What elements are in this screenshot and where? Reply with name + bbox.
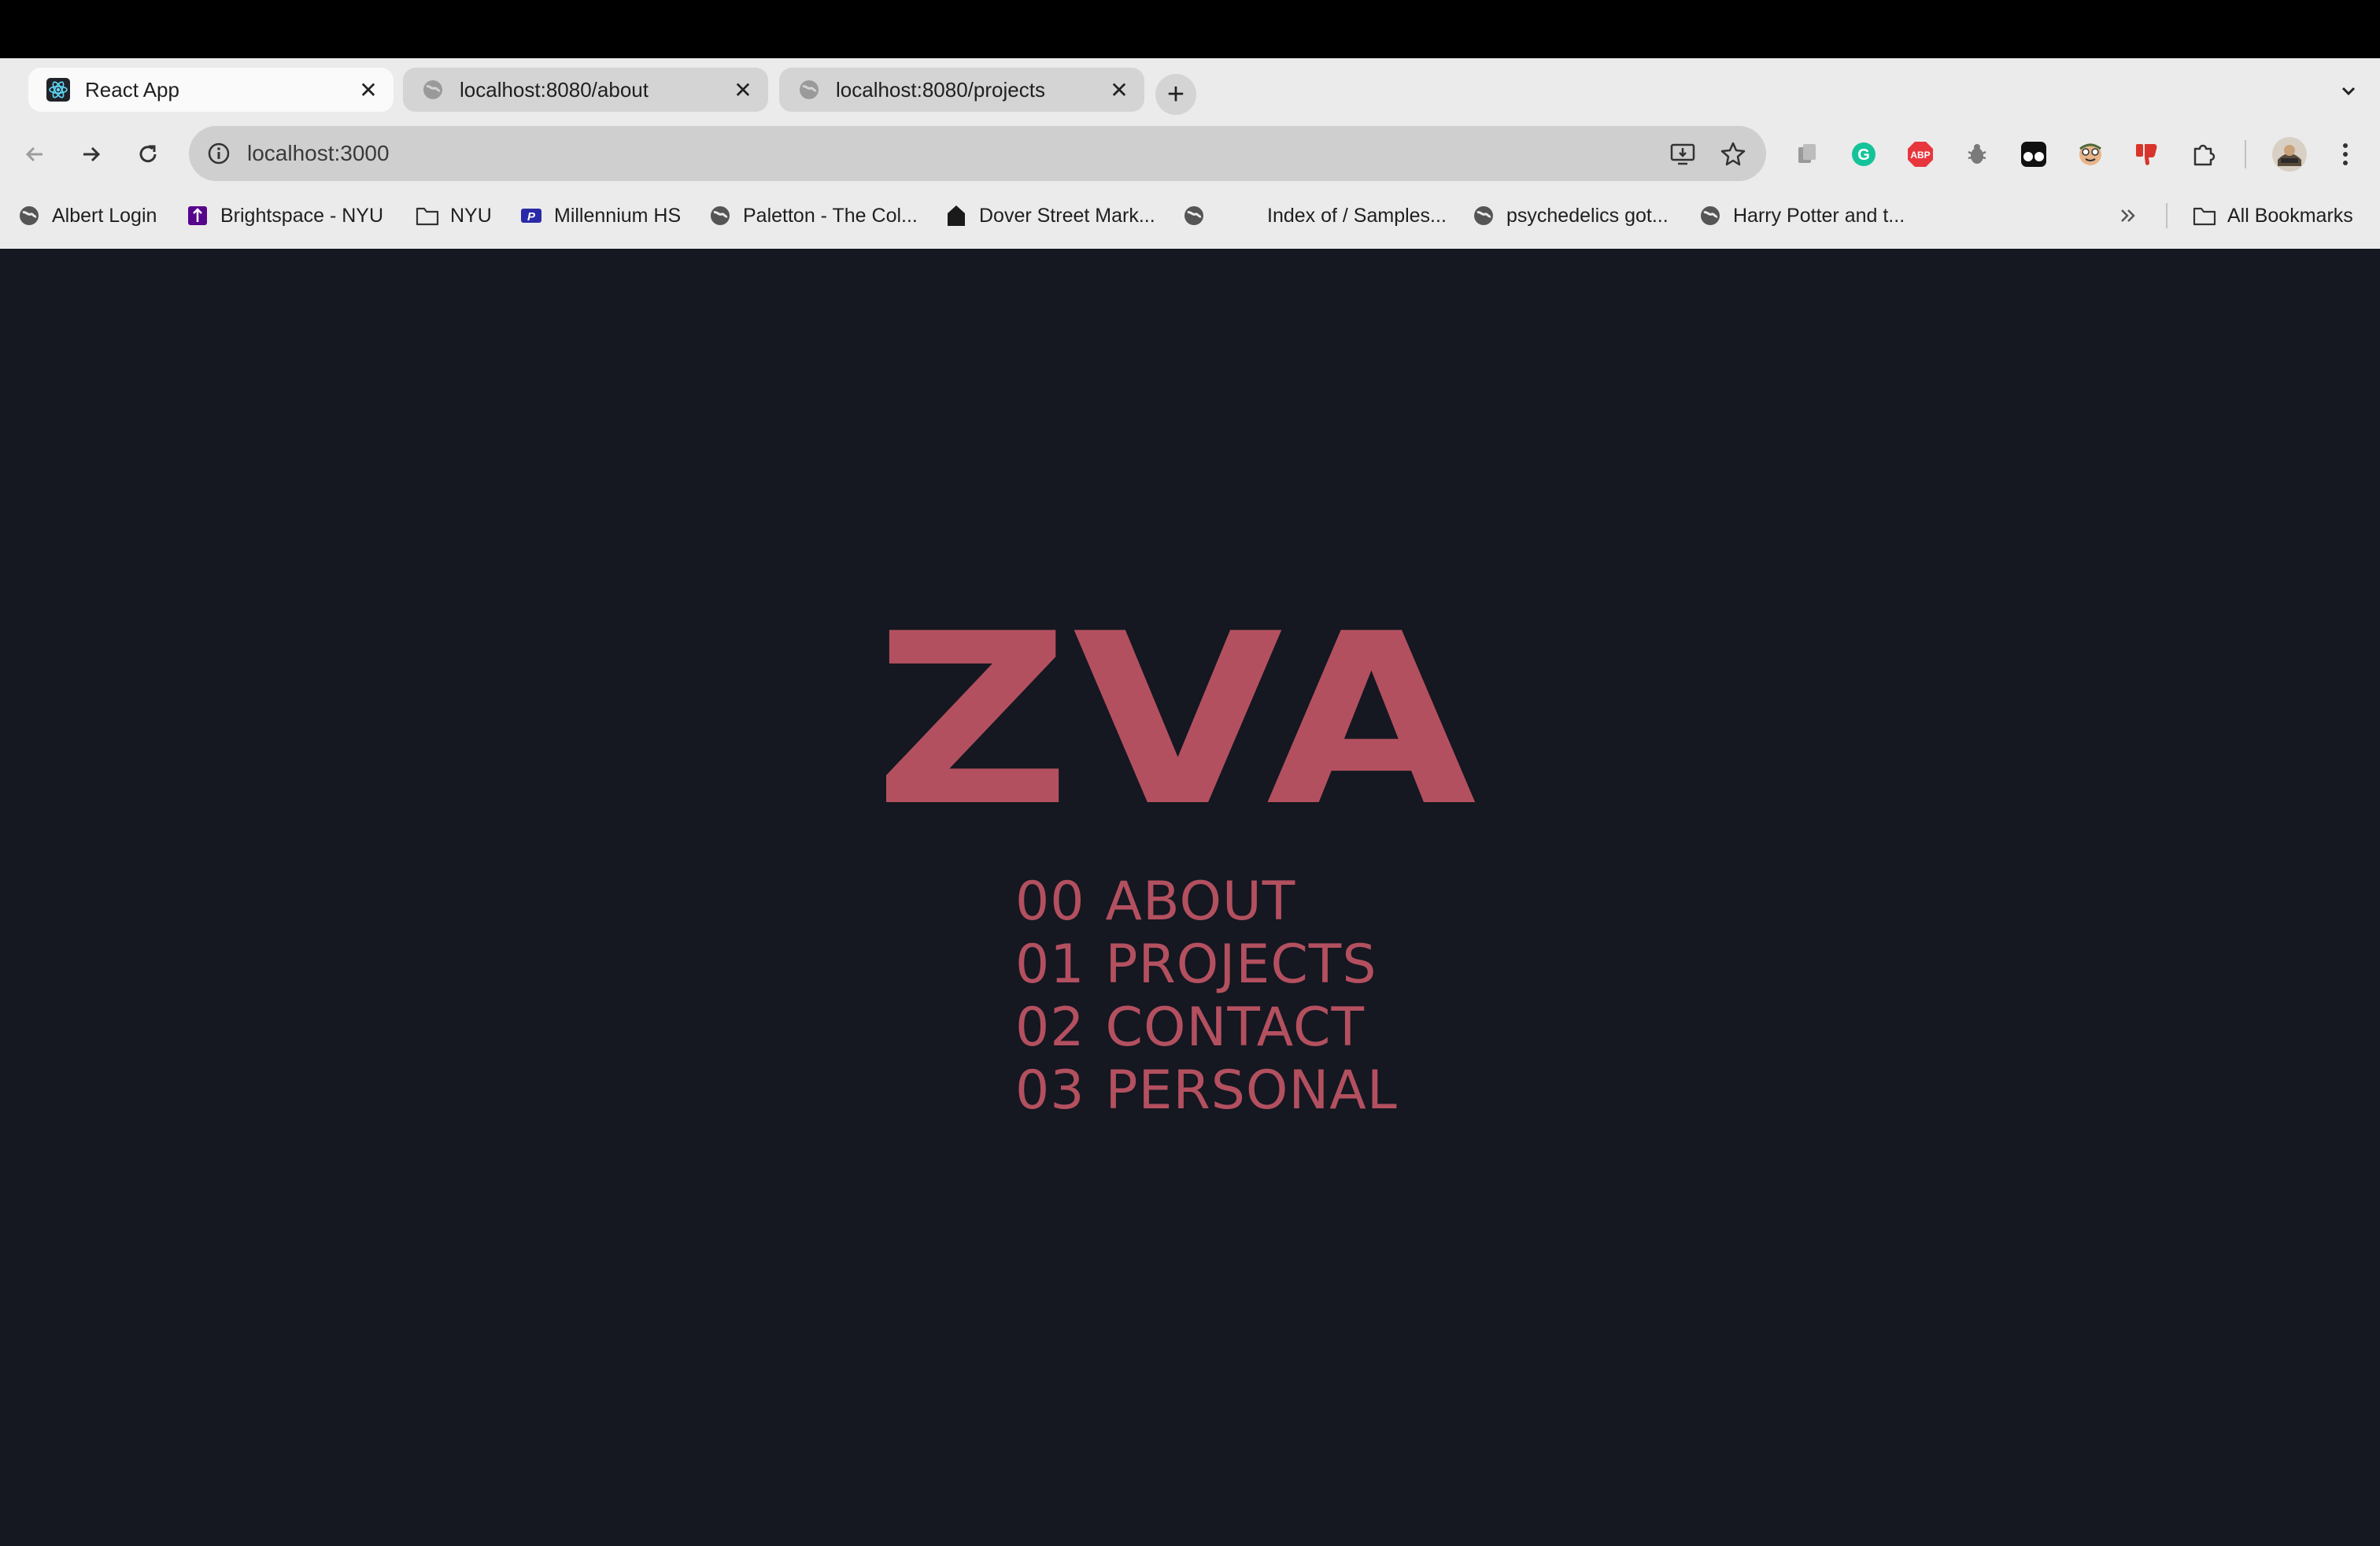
- all-bookmarks-folder[interactable]: All Bookmarks: [2193, 192, 2353, 239]
- menu-item-number: 03: [1015, 1060, 1085, 1122]
- folder-icon: [2193, 204, 2216, 227]
- browser-chrome: React App ✕ localhost:8080/about ✕ local…: [0, 58, 2380, 249]
- bookmarks-overflow-chevron-icon[interactable]: [2117, 192, 2139, 239]
- extensions-puzzle-icon[interactable]: [2186, 137, 2221, 172]
- site-menu: 00 ABOUT 01 PROJECTS 02 CONTACT 03 PERSONAL: [1015, 871, 1398, 1123]
- site-logo[interactable]: ZVA: [874, 603, 1476, 839]
- tab-title: React App: [85, 77, 179, 102]
- bookmark-untitled[interactable]: [1182, 192, 1217, 239]
- menu-item-about[interactable]: 00 ABOUT: [1015, 871, 1398, 934]
- bug-extension-icon[interactable]: [1960, 137, 1994, 172]
- bookmark-dover-street[interactable]: Dover Street Mark...: [944, 192, 1155, 239]
- tab-strip: React App ✕ localhost:8080/about ✕ local…: [0, 58, 2380, 120]
- tab-localhost-projects[interactable]: localhost:8080/projects ✕: [779, 68, 1144, 112]
- bookmark-millennium-hs[interactable]: P Millennium HS: [519, 192, 681, 239]
- tab-search-chevron-icon[interactable]: [2333, 76, 2364, 107]
- bookmark-label: psychedelics got...: [1506, 204, 1669, 227]
- bookmark-label: Paletton - The Col...: [743, 204, 918, 227]
- bookmark-albert-login[interactable]: Albert Login: [17, 192, 157, 239]
- macos-menubar: [0, 0, 2380, 58]
- url-text: localhost:3000: [247, 141, 390, 165]
- tampermonkey-icon[interactable]: [2016, 137, 2051, 172]
- toolbar-divider: [2245, 140, 2246, 168]
- menu-item-label: CONTACT: [1105, 997, 1365, 1059]
- profile-avatar[interactable]: [2270, 135, 2309, 174]
- menu-item-label: ABOUT: [1105, 871, 1296, 933]
- bookmark-label: Index of / Samples...: [1267, 204, 1447, 227]
- tab-title: localhost:8080/projects: [836, 77, 1045, 102]
- tab-react-app[interactable]: React App ✕: [28, 68, 394, 112]
- bookmark-brightspace[interactable]: Brightspace - NYU: [186, 192, 383, 239]
- globe-icon: [17, 204, 41, 227]
- globe-icon: [708, 204, 732, 227]
- menu-item-number: 01: [1015, 934, 1085, 996]
- bookmarks-bar: Albert Login Brightspace - NYU NYU P Mil…: [0, 192, 2380, 239]
- close-icon[interactable]: ✕: [1107, 77, 1132, 102]
- bookmark-folder-nyu[interactable]: NYU: [416, 192, 492, 239]
- menu-item-number: 02: [1015, 997, 1085, 1059]
- react-icon: [46, 77, 71, 102]
- menu-item-projects[interactable]: 01 PROJECTS: [1015, 934, 1398, 997]
- bookmark-label: Millennium HS: [554, 204, 682, 227]
- bookmark-label: Brightspace - NYU: [220, 204, 384, 227]
- svg-text:G: G: [1857, 146, 1870, 164]
- grammarly-icon[interactable]: G: [1846, 137, 1881, 172]
- bookmark-label: Harry Potter and t...: [1733, 204, 1905, 227]
- close-icon[interactable]: ✕: [356, 77, 381, 102]
- install-app-icon[interactable]: [1662, 133, 1703, 174]
- bookmark-harry-potter[interactable]: Harry Potter and t...: [1698, 192, 1905, 239]
- bookmarks-divider: [2166, 203, 2168, 228]
- svg-text:ABP: ABP: [1910, 150, 1930, 161]
- all-bookmarks-label: All Bookmarks: [2227, 204, 2353, 227]
- globe-icon: [420, 77, 445, 102]
- bookmark-label: Dover Street Mark...: [979, 204, 1155, 227]
- kebab-menu-icon[interactable]: [2328, 137, 2363, 172]
- svg-text:P: P: [527, 210, 536, 224]
- back-arrow-icon[interactable]: [13, 132, 57, 176]
- page-content: ZVA 00 ABOUT 01 PROJECTS 02 CONTACT 03 PERSO…: [0, 249, 2380, 1546]
- menu-item-label: PROJECTS: [1105, 934, 1377, 996]
- globe-icon: [1698, 204, 1722, 227]
- globe-icon: [1472, 204, 1495, 227]
- globe-icon: [1182, 204, 1206, 227]
- menu-item-label: PERSONAL: [1105, 1060, 1398, 1122]
- bookmark-star-icon[interactable]: [1713, 133, 1754, 174]
- tab-title: localhost:8080/about: [460, 77, 649, 102]
- bookmark-paletton[interactable]: Paletton - The Col...: [708, 192, 918, 239]
- menu-item-personal[interactable]: 03 PERSONAL: [1015, 1060, 1398, 1123]
- site-info-icon[interactable]: [205, 139, 233, 168]
- bookmark-psychedelics[interactable]: psychedelics got...: [1472, 192, 1669, 239]
- face-extension-icon[interactable]: [2073, 137, 2108, 172]
- house-icon: [944, 204, 968, 227]
- globe-icon: [796, 77, 822, 102]
- bookmark-label: Albert Login: [52, 204, 157, 227]
- tab-localhost-about[interactable]: localhost:8080/about ✕: [403, 68, 768, 112]
- forward-arrow-icon[interactable]: [69, 132, 113, 176]
- address-bar[interactable]: localhost:3000: [189, 126, 1766, 181]
- brightspace-icon: [186, 204, 209, 227]
- folder-icon: [416, 204, 439, 227]
- close-icon[interactable]: ✕: [730, 77, 756, 102]
- menu-item-contact[interactable]: 02 CONTACT: [1015, 997, 1398, 1060]
- bookmark-index-of-samples[interactable]: Index of / Samples...: [1267, 192, 1447, 239]
- adblock-plus-icon[interactable]: ABP: [1903, 137, 1938, 172]
- browser-toolbar: localhost:3000 G ABP: [0, 126, 2380, 181]
- reload-icon[interactable]: [126, 132, 170, 176]
- bookmark-label: NYU: [450, 204, 492, 227]
- menu-item-number: 00: [1015, 871, 1085, 933]
- millennium-icon: P: [519, 204, 543, 227]
- copy-extension-icon[interactable]: [1790, 137, 1824, 172]
- new-tab-button[interactable]: +: [1155, 74, 1196, 115]
- thumbs-down-extension-icon[interactable]: [2130, 137, 2164, 172]
